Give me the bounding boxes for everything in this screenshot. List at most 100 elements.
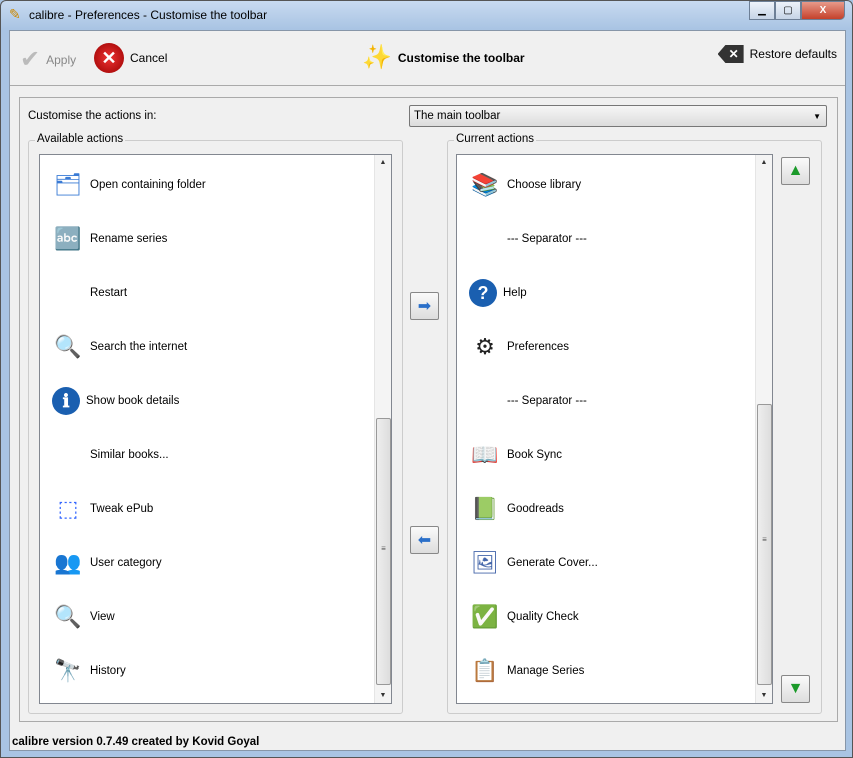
scroll-thumb[interactable]: ≡ [376,418,391,685]
item-label: Tweak ePub [90,503,154,515]
status-bar: calibre version 0.7.49 created by Kovid … [12,736,260,748]
list-item[interactable]: 📚 Choose library [469,165,581,205]
checkmark-icon: ✔ [20,46,41,73]
info-icon: ℹ [52,387,80,415]
list-item[interactable]: 🔭 History [52,651,126,691]
list-item[interactable]: 📖 Book Sync [469,435,562,475]
minimize-button[interactable]: ▁ [749,1,775,20]
item-label: Search the internet [90,341,188,353]
blank-icon [469,223,501,255]
gears-icon: ⚙ [475,334,495,359]
apply-label: Apply [46,52,77,67]
toolbar-select[interactable]: The main toolbar ▼ [409,105,827,127]
book-sync-icon: 📖 [471,442,499,467]
list-item[interactable]: Restart [52,273,127,313]
item-label: Restart [90,287,128,299]
manage-series-icon: 📋 [471,658,499,683]
triangle-up-icon: ▲ [787,162,804,179]
tweak-icon: ⬚ [57,496,79,521]
backspace-icon: ✕ [717,45,744,63]
scrollbar[interactable]: ▲ ≡ ▼ [374,155,391,703]
heading-label: Customise the toolbar [397,50,525,65]
add-action-button[interactable]: ➡ [410,292,439,320]
window-title: calibre - Preferences - Customise the to… [29,8,268,22]
maximize-button[interactable]: ▢ [775,1,801,20]
generate-cover-icon: 🖼 [471,550,499,575]
library-icon: 📚 [471,172,499,197]
item-label: History [90,665,126,677]
list-item[interactable]: ℹ Show book details [52,381,179,421]
list-item[interactable]: 👥 User category [52,543,162,583]
available-actions-list[interactable]: ▲ ≡ ▼ 🗂 Open containing folder 🔤 Rename serie… [39,154,392,704]
list-item[interactable]: ? Help [469,273,527,313]
cancel-label: Cancel [130,51,168,65]
goodreads-icon: 📗 [471,496,499,521]
close-button[interactable]: X [801,1,845,20]
item-label: Quality Check [507,611,579,623]
chevron-down-icon: ▼ [813,112,821,121]
available-title: Available actions [35,133,126,145]
item-label: User category [90,557,162,569]
list-item[interactable]: --- Separator --- [469,219,587,259]
blank-icon [469,385,501,417]
current-title: Current actions [454,133,536,145]
apply-button[interactable]: ✔ Apply [20,45,76,74]
list-item[interactable]: 📗 Goodreads [469,489,564,529]
list-item[interactable]: 🔍 View [52,597,115,637]
arrow-right-icon: ➡ [417,298,432,315]
scroll-down-icon[interactable]: ▼ [756,692,772,699]
item-label: Rename series [90,233,168,245]
blank-icon [52,277,84,309]
item-label: View [90,611,115,623]
calibre-icon: ✎ [9,6,21,22]
item-label: Generate Cover... [507,557,598,569]
user-category-icon: 👥 [54,550,82,575]
item-label: Show book details [86,395,180,407]
scroll-up-icon[interactable]: ▲ [756,159,772,166]
quality-check-icon: ✅ [471,604,499,629]
list-item[interactable]: 🔤 Rename series [52,219,167,259]
list-item[interactable]: 🖼 Generate Cover... [469,543,598,583]
move-up-button[interactable]: ▲ [781,157,810,185]
combo-value: The main toolbar [414,110,501,122]
cancel-button[interactable]: ✕ Cancel [94,43,167,73]
remove-action-button[interactable]: ⬅ [410,526,439,554]
help-icon: ? [469,279,497,307]
binoculars-icon: 🔭 [54,658,82,683]
item-label: Goodreads [507,503,564,515]
window: ✎ calibre - Preferences - Customise the … [0,0,853,758]
dialog: ✔ Apply ✕ Cancel ✨ Customise the toolbar… [9,30,846,751]
item-label: Open containing folder [90,179,206,191]
item-label: Manage Series [507,665,585,677]
scroll-up-icon[interactable]: ▲ [375,159,391,166]
item-label: Preferences [507,341,570,353]
item-label: --- Separator --- [507,233,587,245]
restore-defaults-button[interactable]: ✕ Restore defaults [717,45,837,63]
item-label: Choose library [507,179,582,191]
restore-label: Restore defaults [749,47,837,61]
item-label: Help [503,287,527,299]
scroll-down-icon[interactable]: ▼ [375,692,391,699]
move-down-button[interactable]: ▼ [781,675,810,703]
triangle-down-icon: ▼ [787,680,804,697]
list-item[interactable]: ✅ Quality Check [469,597,579,637]
list-item[interactable]: 🔍 Search the internet [52,327,187,367]
current-actions-list[interactable]: ▲ ≡ ▼ 📚 Choose library --- Separator ---? Hel… [456,154,773,704]
list-item[interactable]: ⬚ Tweak ePub [52,489,154,529]
list-item[interactable]: 📋 Manage Series [469,651,584,691]
list-item[interactable]: ⚙ Preferences [469,327,569,367]
page-title: ✨ Customise the toolbar [362,43,525,72]
item-label: Book Sync [507,449,562,461]
magic-wand-icon: ✨ [362,44,392,71]
list-item[interactable]: Similar books... [52,435,169,475]
list-item[interactable]: --- Separator --- [469,381,587,421]
toolbar: ✔ Apply ✕ Cancel ✨ Customise the toolbar… [10,31,845,86]
scroll-thumb[interactable]: ≡ [757,404,772,685]
list-item[interactable]: 🗂 Open containing folder [52,165,206,205]
scrollbar[interactable]: ▲ ≡ ▼ [755,155,772,703]
item-label: --- Separator --- [507,395,587,407]
rename-icon: 🔤 [54,226,82,251]
folder-icon: 🗂 [54,172,82,197]
blank-icon [52,439,84,471]
cancel-icon: ✕ [94,43,124,73]
